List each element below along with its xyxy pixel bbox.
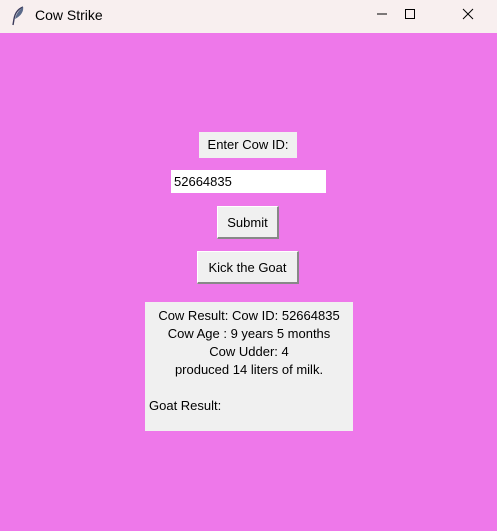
result-spacer <box>145 379 353 397</box>
window-title: Cow Strike <box>35 7 103 23</box>
milk-production-line: produced 14 liters of milk. <box>174 362 324 377</box>
maximize-button[interactable] <box>387 0 433 32</box>
feather-icon <box>10 6 26 26</box>
result-panel: Cow Result: Cow ID: 52664835 Cow Age : 9… <box>145 302 353 431</box>
title-bar[interactable]: Cow Strike <box>0 0 497 33</box>
close-button[interactable] <box>445 0 491 32</box>
submit-button[interactable]: Submit <box>217 206 279 239</box>
goat-result-line: Goat Result: <box>149 398 222 413</box>
kick-goat-button[interactable]: Kick the Goat <box>197 251 299 284</box>
app-window: Cow Strike Enter Cow ID: Submit Kick the… <box>0 0 497 531</box>
cow-age-line: Cow Age : 9 years 5 months <box>167 326 331 341</box>
maximize-icon <box>404 7 416 25</box>
cow-udder-line: Cow Udder: 4 <box>209 344 289 359</box>
cow-id-prompt-label: Enter Cow ID: <box>199 132 297 158</box>
cow-result-line: Cow Result: Cow ID: 52664835 <box>158 308 340 323</box>
cow-id-input[interactable] <box>171 170 326 193</box>
app-content: Enter Cow ID: Submit Kick the Goat Cow R… <box>0 33 497 531</box>
close-icon <box>462 7 474 25</box>
